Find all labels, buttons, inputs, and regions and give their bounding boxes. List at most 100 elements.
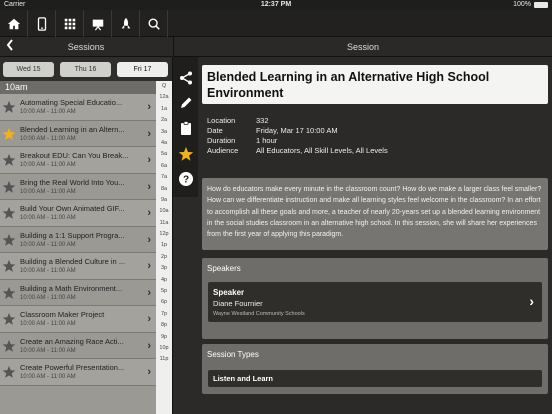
session-list-item[interactable]: Create an Amazing Race Acti... 10:00 AM -… bbox=[0, 332, 156, 359]
session-list-item[interactable]: Blended Learning in an Altern... 10:00 AM… bbox=[0, 120, 156, 147]
index-item[interactable]: 3p bbox=[156, 263, 172, 274]
star-icon[interactable] bbox=[2, 127, 16, 141]
index-item[interactable]: 6p bbox=[156, 297, 172, 308]
favorite-button[interactable] bbox=[175, 143, 196, 164]
star-icon[interactable] bbox=[2, 233, 16, 247]
chevron-right-icon: › bbox=[147, 180, 151, 193]
index-item[interactable]: 8p bbox=[156, 320, 172, 331]
index-item[interactable]: 1p bbox=[156, 240, 172, 251]
search-icon bbox=[147, 17, 160, 30]
session-list-item[interactable]: Automating Special Educatio... 10:00 AM -… bbox=[0, 94, 156, 121]
index-item[interactable]: 4p bbox=[156, 275, 172, 286]
index-item[interactable]: 12p bbox=[156, 229, 172, 240]
star-icon[interactable] bbox=[2, 100, 16, 114]
day-tab-fri[interactable]: Fri 17 bbox=[117, 62, 168, 77]
meta-row-location: Location 332 bbox=[202, 116, 548, 126]
session-type-item[interactable]: Listen and Learn bbox=[208, 370, 542, 387]
clock: 12:37 PM bbox=[260, 1, 292, 8]
index-item[interactable]: 10a bbox=[156, 206, 172, 217]
star-icon[interactable] bbox=[2, 206, 16, 220]
session-list-item[interactable]: Building a 1:1 Support Progra... 10:00 AM… bbox=[0, 226, 156, 253]
battery-icon bbox=[534, 1, 548, 8]
share-button[interactable] bbox=[175, 67, 196, 88]
session-list-item[interactable]: Building a Math Environment... 10:00 AM -… bbox=[0, 279, 156, 306]
home-icon bbox=[7, 18, 20, 29]
session-types-header: Session Types bbox=[207, 350, 259, 359]
index-item[interactable]: 11p bbox=[156, 354, 172, 365]
session-description: How do educators make every minute in th… bbox=[202, 178, 548, 250]
index-item[interactable]: 5a bbox=[156, 149, 172, 160]
index-item[interactable]: 7p bbox=[156, 309, 172, 320]
svg-text:?: ? bbox=[182, 174, 188, 185]
session-item-title: Building a 1:1 Support Progra... bbox=[20, 230, 125, 240]
index-item[interactable]: 9p bbox=[156, 332, 172, 343]
rocket-button[interactable] bbox=[112, 10, 140, 37]
session-header-title: Session bbox=[346, 42, 380, 52]
phone-button[interactable] bbox=[28, 10, 56, 37]
index-item[interactable]: 1a bbox=[156, 104, 172, 115]
day-tab-wed[interactable]: Wed 15 bbox=[3, 62, 54, 77]
day-selector: Wed 15 Thu 16 Fri 17 bbox=[0, 57, 172, 81]
session-list-item[interactable]: Building a Blended Culture in ... 10:00 A… bbox=[0, 253, 156, 280]
star-icon[interactable] bbox=[2, 339, 16, 353]
index-item[interactable]: 2a bbox=[156, 115, 172, 126]
session-item-title: Blended Learning in an Altern... bbox=[20, 124, 125, 134]
meta-row-date: Date Friday, Mar 17 10:00 AM bbox=[202, 126, 548, 136]
session-list-item[interactable]: Breakout EDU: Can You Break... 10:00 AM -… bbox=[0, 147, 156, 174]
meta-key: Location bbox=[207, 116, 236, 125]
session-item-title: Automating Special Educatio... bbox=[20, 98, 123, 107]
index-item[interactable]: 9a bbox=[156, 195, 172, 206]
speaker-card[interactable]: Speaker Diane Fournier Wayne Westland Co… bbox=[208, 282, 542, 322]
status-bar: Carrier 12:37 PM 100% bbox=[0, 0, 552, 10]
session-types-section: Session Types Listen and Learn bbox=[202, 344, 548, 394]
star-icon bbox=[178, 146, 193, 161]
session-list-item[interactable]: Classroom Maker Project 10:00 AM - 11:00 … bbox=[0, 306, 156, 333]
session-list-item[interactable]: Bring the Real World Into You... 10:00 AM… bbox=[0, 173, 156, 200]
battery-indicator: 100% bbox=[513, 1, 548, 8]
session-item-time: 10:00 AM - 11:00 AM bbox=[20, 135, 76, 142]
session-item-time: 10:00 AM - 11:00 AM bbox=[20, 347, 76, 354]
session-item-time: 10:00 AM - 11:00 AM bbox=[20, 268, 76, 274]
chevron-right-icon: › bbox=[147, 127, 151, 140]
index-item[interactable]: 2p bbox=[156, 252, 172, 263]
star-icon[interactable] bbox=[2, 153, 16, 167]
time-index-bar[interactable]: Q 12a 1a 2a 3a 4a 5a 6a 7a 8a 9a 10a 11a 12p 1p 2p 3p 4p 5… bbox=[156, 81, 172, 414]
speaker-role: Speaker bbox=[213, 288, 245, 297]
session-list-item[interactable]: Create Powerful Presentation... 10:00 AM … bbox=[0, 359, 156, 386]
session-header: Session bbox=[173, 37, 552, 57]
index-item[interactable]: Q bbox=[156, 81, 172, 92]
chevron-right-icon: › bbox=[147, 207, 151, 219]
index-item[interactable]: 5p bbox=[156, 286, 172, 297]
session-item-time: 10:00 AM - 11:00 AM bbox=[20, 241, 76, 248]
presentation-button[interactable] bbox=[84, 10, 112, 37]
meta-value: 332 bbox=[256, 116, 269, 125]
star-icon[interactable] bbox=[2, 286, 16, 300]
index-item[interactable]: 7a bbox=[156, 172, 172, 183]
index-item[interactable]: 3a bbox=[156, 127, 172, 138]
speakers-section: Speakers Speaker Diane Fournier Wayne We… bbox=[202, 258, 548, 339]
session-list-item[interactable]: Build Your Own Animated GIF... 10:00 AM -… bbox=[0, 200, 156, 227]
index-item[interactable]: 11a bbox=[156, 218, 172, 229]
star-icon[interactable] bbox=[2, 180, 16, 194]
help-icon: ? bbox=[178, 171, 193, 186]
star-icon[interactable] bbox=[2, 312, 16, 326]
meta-key: Date bbox=[207, 126, 223, 135]
index-item[interactable]: 10p bbox=[156, 343, 172, 354]
index-item[interactable]: 8a bbox=[156, 184, 172, 195]
index-item[interactable]: 6a bbox=[156, 161, 172, 172]
day-tab-thu[interactable]: Thu 16 bbox=[60, 62, 111, 77]
chevron-right-icon: › bbox=[147, 339, 151, 352]
index-item[interactable]: 12a bbox=[156, 92, 172, 103]
speaker-org: Wayne Westland Community Schools bbox=[213, 311, 305, 317]
help-button[interactable]: ? bbox=[175, 168, 196, 189]
star-icon[interactable] bbox=[2, 365, 16, 379]
index-item[interactable]: 4a bbox=[156, 138, 172, 149]
star-icon[interactable] bbox=[2, 259, 16, 273]
notes-button[interactable] bbox=[175, 117, 196, 138]
edit-note-button[interactable] bbox=[175, 92, 196, 113]
sessions-title: Sessions bbox=[67, 42, 105, 52]
search-button[interactable] bbox=[140, 10, 168, 37]
chevron-right-icon: › bbox=[147, 313, 151, 325]
home-button[interactable] bbox=[0, 10, 28, 37]
grid-button[interactable] bbox=[56, 10, 84, 37]
